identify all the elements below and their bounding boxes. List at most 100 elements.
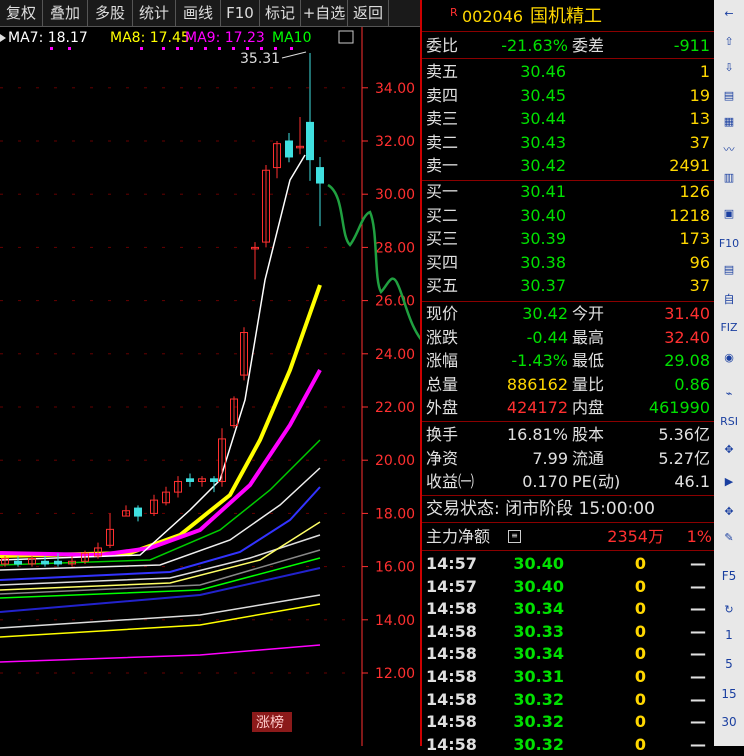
grid-icon[interactable]: ▦	[718, 112, 740, 132]
sheet-icon[interactable]: ▤	[718, 86, 740, 106]
bids-label: 买一	[426, 182, 459, 201]
stat-label: 总量	[426, 374, 459, 394]
toolbar-7-button[interactable]: +自选	[301, 0, 348, 26]
tick-time: 14:58	[426, 689, 477, 709]
candle-body[interactable]	[210, 478, 218, 482]
bids-row[interactable]: 买二 30.40 1218	[422, 204, 714, 227]
move-icon[interactable]: ✥	[718, 440, 740, 460]
line-chart-icon[interactable]: 〰	[718, 140, 740, 160]
asks-row[interactable]: 卖四 30.45 19	[422, 84, 714, 107]
trade-status-row: 交易状态: 闭市阶段 15:00:00	[422, 498, 714, 521]
tick-row[interactable]: 14:58 30.34 0 —	[422, 597, 714, 620]
fin-row: 换手 16.81% 股本 5.36亿	[422, 423, 714, 446]
tick-row[interactable]: 14:58 30.34 0 —	[422, 642, 714, 665]
refresh-icon[interactable]: ↻	[718, 600, 740, 620]
tick-row[interactable]: 14:57 30.40 0 —	[422, 552, 714, 575]
candle-body[interactable]	[41, 560, 49, 565]
tick-volume: 0	[634, 644, 646, 664]
bids-row[interactable]: 买三 30.39 173	[422, 227, 714, 250]
f10-icon[interactable]: F10	[718, 234, 740, 254]
marker-dot	[246, 47, 249, 50]
asks-price: 30.46	[520, 62, 566, 81]
toolbar-0-button[interactable]: 复权	[0, 0, 43, 26]
tick-price: 30.32	[513, 712, 564, 732]
candle-body[interactable]	[316, 167, 324, 184]
marker-dot	[68, 47, 71, 50]
rank-badge[interactable]: 涨榜	[256, 714, 284, 731]
period-F5-button[interactable]: F5	[718, 566, 740, 586]
arrow-down-icon[interactable]: ⇩	[718, 58, 740, 78]
fin-row: 净资 7.99 流通 5.27亿	[422, 447, 714, 470]
circle-icon[interactable]: ◉	[718, 348, 740, 368]
toolbar-4-button[interactable]: 画线	[176, 0, 221, 26]
ma-line	[0, 603, 321, 638]
tick-time: 14:58	[426, 644, 477, 664]
tick-price: 30.32	[513, 689, 564, 709]
asks-row[interactable]: 卖五 30.46 1	[422, 60, 714, 83]
list-icon[interactable]: ▤	[718, 260, 740, 280]
period-30-button[interactable]: 30	[718, 712, 740, 732]
tick-row[interactable]: 14:58 30.32 0 —	[422, 710, 714, 733]
asks-row[interactable]: 卖一 30.42 2491	[422, 154, 714, 177]
bids-row[interactable]: 买四 30.38 96	[422, 251, 714, 274]
tick-row[interactable]: 14:58 30.32 0 —	[422, 733, 714, 756]
stat-value: 0.86	[674, 374, 710, 394]
toolbar-3-button[interactable]: 统计	[133, 0, 176, 26]
stat-value: 30.42	[522, 304, 568, 323]
candle-body[interactable]	[306, 121, 314, 161]
marker-dot	[50, 47, 53, 50]
toolbar-1-button[interactable]: 叠加	[43, 0, 88, 26]
list-icon[interactable]: ≡	[508, 530, 521, 543]
stat-value: 424172	[506, 398, 568, 418]
cross-icon[interactable]: ✥	[718, 502, 740, 522]
settings-icon[interactable]	[338, 30, 354, 44]
asks-row[interactable]: 卖三 30.44 13	[422, 107, 714, 130]
main-force-label: 主力净额	[426, 527, 491, 546]
play-icon[interactable]: ▶	[718, 472, 740, 492]
toolbar-2-button[interactable]: 多股	[88, 0, 133, 26]
toolbar-8-button[interactable]: 返回	[348, 0, 389, 26]
tick-row[interactable]: 14:58 30.33 0 —	[422, 620, 714, 643]
marker-dot	[176, 47, 179, 50]
kline-icon[interactable]: ▥	[718, 168, 740, 188]
tick-row[interactable]: 14:57 30.40 0 —	[422, 575, 714, 598]
tick-price: 30.31	[513, 667, 564, 686]
asks-row[interactable]: 卖二 30.43 37	[422, 131, 714, 154]
fin-label: 净资	[426, 448, 459, 468]
asks-label: 卖一	[426, 156, 459, 176]
y-tick-label: 20.00	[375, 453, 415, 469]
stat-label: 涨跌	[426, 327, 459, 347]
bids-row[interactable]: 买一 30.41 126	[422, 180, 714, 203]
candle-body[interactable]	[14, 560, 22, 565]
bids-row[interactable]: 买五 30.37 37	[422, 274, 714, 297]
trade-status: 交易状态: 闭市阶段 15:00:00	[426, 499, 655, 519]
window-icon[interactable]: ▣	[718, 204, 740, 224]
period-1-button[interactable]: 1	[718, 625, 740, 645]
stock-name: 国机精工	[530, 6, 602, 27]
rsi-icon[interactable]: RSI	[718, 412, 740, 432]
candle-body[interactable]	[134, 507, 142, 517]
fiz-icon[interactable]: FIZ	[718, 318, 740, 338]
pen-icon[interactable]: ✎	[718, 528, 740, 548]
stat-row: 现价 30.42 今开 31.40	[422, 302, 714, 325]
candle-body[interactable]	[186, 478, 194, 482]
weibi-value: -21.63%	[501, 36, 568, 55]
period-15-button[interactable]: 15	[718, 684, 740, 704]
toolbar-6-button[interactable]: 标记	[260, 0, 301, 26]
zi-icon[interactable]: 自	[718, 290, 740, 310]
kline-chart[interactable]: MA7: 18.17 MA8: 17.45MA9: 17.23 MA10 34.00 3…	[0, 27, 420, 746]
stat-value: 461990	[648, 398, 710, 418]
arrow-up-icon[interactable]: ⇧	[718, 32, 740, 52]
candle-body[interactable]	[54, 560, 62, 565]
main-force-pct: 1%	[686, 527, 712, 546]
period-5-button[interactable]: 5	[718, 654, 740, 674]
main-force-row[interactable]: 主力净额 ≡ 2354万 1%	[422, 525, 714, 548]
wave-icon[interactable]: ⌁	[718, 384, 740, 404]
candle-body[interactable]	[285, 140, 293, 158]
tick-time: 14:58	[426, 712, 477, 732]
tick-row[interactable]: 14:58 30.32 0 —	[422, 688, 714, 711]
arrow-left-icon[interactable]: ←	[718, 4, 740, 24]
tick-row[interactable]: 14:58 30.31 0 —	[422, 665, 714, 688]
toolbar-5-button[interactable]: F10	[221, 0, 260, 26]
toolbar: 复权 叠加 多股 统计 画线 F10 标记 +自选 返回	[0, 0, 420, 27]
